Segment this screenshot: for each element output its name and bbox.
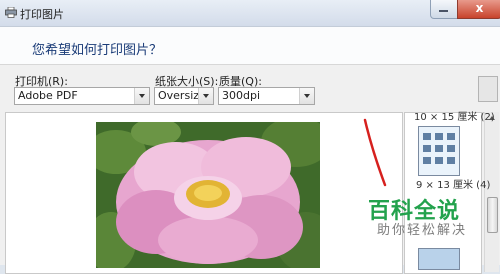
watermark-subtitle: 助你轻松解决 xyxy=(377,223,468,238)
